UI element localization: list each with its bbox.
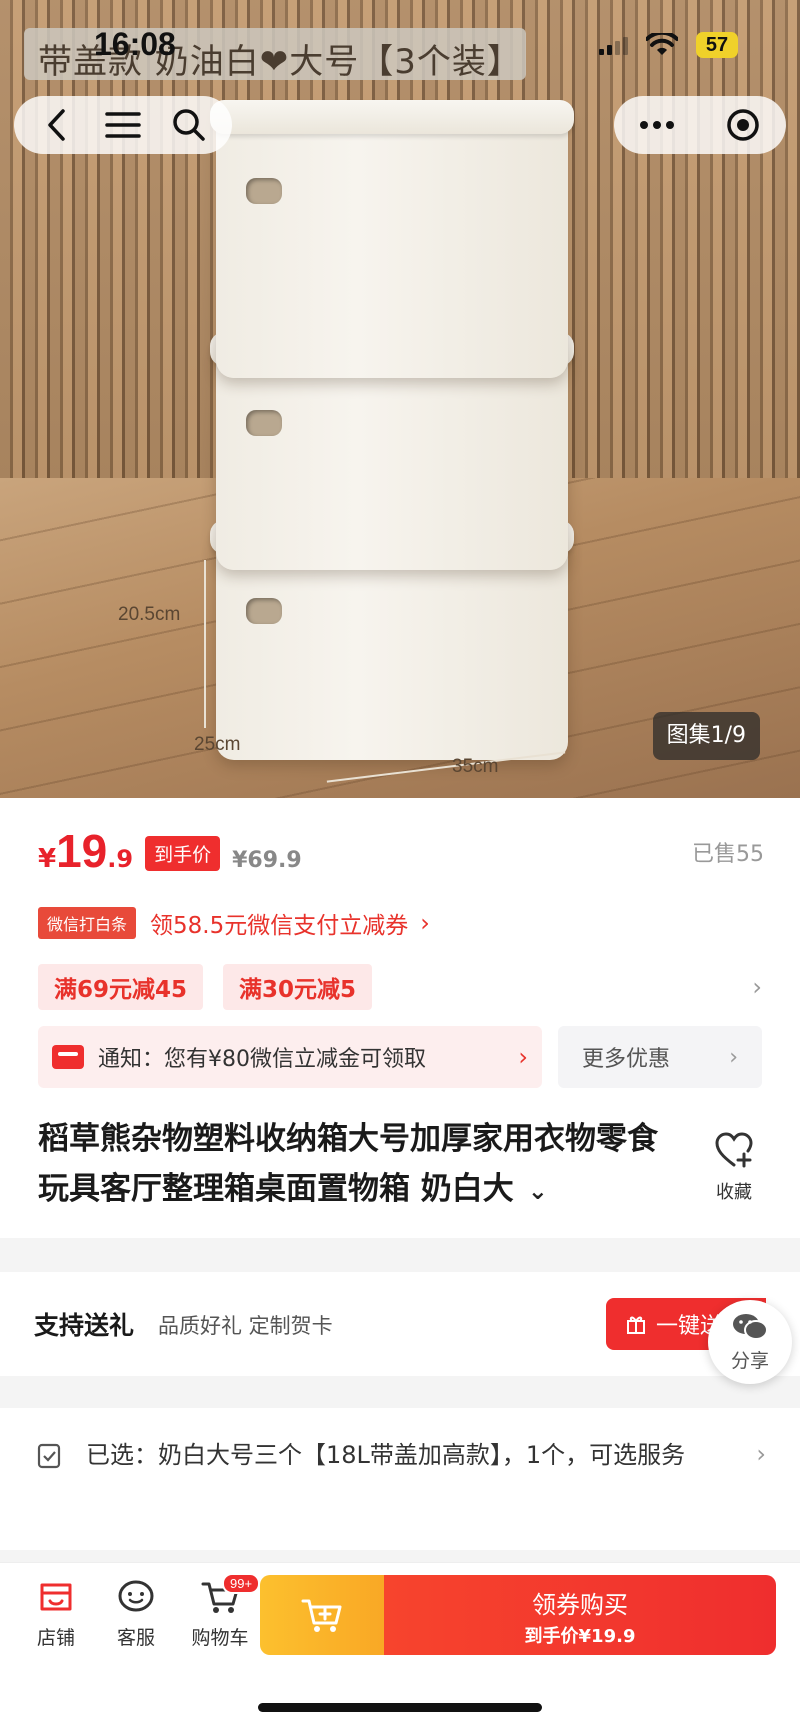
more-deals-label: 更多优惠 xyxy=(582,1047,671,1072)
gallery-counter-badge[interactable]: 图集1/9 xyxy=(652,712,760,760)
tab-customer-service[interactable]: 客服 xyxy=(100,1579,172,1650)
gift-card: 支持送礼 品质好礼 定制贺卡 一键送 xyxy=(0,1272,800,1376)
search-icon[interactable] xyxy=(167,103,211,147)
spec-arrow-icon: › xyxy=(756,1440,766,1468)
wechat-icon xyxy=(733,1314,768,1340)
buy-main-label: 领券购买 xyxy=(532,1591,628,1619)
coupon-arrow-icon: › xyxy=(420,909,430,937)
nav-right-group xyxy=(614,96,786,154)
more-dots-icon[interactable] xyxy=(635,103,679,147)
add-cart-icon xyxy=(301,1599,342,1632)
product-title[interactable]: 稻草熊杂物塑料收纳箱大号加厚家用衣物零食玩具客厅整理箱桌面置物箱 奶白大 ⌄ xyxy=(38,1114,658,1216)
wallet-card-icon xyxy=(52,1045,84,1069)
depth-dimension-label: 25cm xyxy=(194,734,241,755)
currency-symbol: ¥ xyxy=(38,844,57,874)
gift-subtitle: 品质好礼 定制贺卡 xyxy=(158,1314,333,1338)
back-chevron-icon[interactable] xyxy=(35,103,79,147)
price-decimal: .9 xyxy=(107,845,134,873)
more-deals-button[interactable]: 更多优惠 › xyxy=(558,1026,762,1088)
selected-spec-row[interactable]: 已选：奶白大号三个【18L带盖加高款】，1个，可选服务 › xyxy=(0,1408,800,1550)
price-card: ¥ 19 .9 到手价 ¥69.9 已售55 微信打白条 领58.5元微信支付立… xyxy=(0,798,800,1238)
heart-plus-icon xyxy=(715,1132,753,1168)
original-price: ¥69.9 xyxy=(232,848,302,873)
nav-left-group xyxy=(14,96,232,154)
home-indicator xyxy=(258,1703,542,1712)
buy-with-coupon-button[interactable]: 领券购买 到手价¥19.9 xyxy=(384,1575,776,1655)
buy-final-price: 到手价¥19.9 xyxy=(524,1626,636,1647)
height-dimension-label: 20.5cm xyxy=(118,604,181,625)
product-title-text: 稻草熊杂物塑料收纳箱大号加厚家用衣物零食玩具客厅整理箱桌面置物箱 奶白大 xyxy=(38,1121,658,1207)
wifi-icon xyxy=(646,33,678,55)
favorite-label: 收藏 xyxy=(716,1182,752,1203)
wechat-credit-badge: 微信打白条 xyxy=(38,907,137,939)
bottom-action-bar: 店铺 客服 99+ 购物车 领券购买 到手价¥19.9 xyxy=(0,1562,800,1730)
cellular-signal-icon xyxy=(599,35,628,55)
tab-label: 购物车 xyxy=(191,1627,249,1649)
selected-spec-text: 已选：奶白大号三个【18L带盖加高款】，1个，可选服务 xyxy=(86,1441,686,1469)
gift-title: 支持送礼 xyxy=(34,1311,135,1340)
final-price-tag: 到手价 xyxy=(145,836,221,871)
more-deals-arrow-icon: › xyxy=(729,1044,738,1070)
sold-count: 已售55 xyxy=(692,842,764,867)
status-icons: 57 xyxy=(599,32,738,58)
cart-count-badge: 99+ xyxy=(222,1573,261,1594)
status-time: 16:08 xyxy=(94,26,176,62)
favorite-button[interactable]: 收藏 xyxy=(704,1132,764,1204)
discount-chip[interactable]: 满69元减45 xyxy=(38,964,204,1010)
notice-text: 通知：您有¥80微信立减金可领取 xyxy=(98,1047,426,1072)
share-label: 分享 xyxy=(730,1350,769,1372)
price-row: ¥ 19 .9 到手价 ¥69.9 xyxy=(38,824,302,878)
discount-more-arrow-icon[interactable]: › xyxy=(752,973,762,1001)
tab-label: 店铺 xyxy=(36,1627,75,1649)
tab-store[interactable]: 店铺 xyxy=(20,1579,92,1650)
store-icon xyxy=(40,1583,72,1611)
spec-selected-icon xyxy=(37,1443,61,1469)
notice-arrow-icon: › xyxy=(518,1043,528,1071)
storage-box-top xyxy=(210,100,574,378)
discount-chip[interactable]: 满30元减5 xyxy=(223,964,373,1010)
product-image-carousel[interactable]: 20.5cm 25cm 35cm 带盖款 奶油白❤大号【3个装】 16:08 5… xyxy=(0,0,800,798)
expand-chevron-icon[interactable]: ⌄ xyxy=(528,1166,548,1216)
width-dimension-label: 35cm xyxy=(452,756,499,777)
share-button[interactable]: 分享 xyxy=(708,1300,792,1384)
add-to-cart-button[interactable] xyxy=(260,1575,384,1655)
height-dimension-line xyxy=(204,560,206,728)
price-integer: 19 xyxy=(56,825,108,877)
battery-icon: 57 xyxy=(696,32,738,58)
tab-cart[interactable]: 99+ 购物车 xyxy=(180,1573,261,1650)
discount-row[interactable]: 满69元减45 满30元减5 › xyxy=(38,964,762,1010)
coupon-text: 领58.5元微信支付立减券 xyxy=(150,913,409,939)
tab-label: 客服 xyxy=(116,1627,155,1649)
wechat-coupon-row[interactable]: 微信打白条 领58.5元微信支付立减券 › xyxy=(38,906,430,940)
target-icon[interactable] xyxy=(721,103,765,147)
wechat-cash-notice[interactable]: 通知：您有¥80微信立减金可领取 › xyxy=(38,1026,542,1088)
customer-service-icon xyxy=(118,1580,154,1612)
menu-icon[interactable] xyxy=(101,103,145,147)
gift-icon xyxy=(627,1316,645,1334)
